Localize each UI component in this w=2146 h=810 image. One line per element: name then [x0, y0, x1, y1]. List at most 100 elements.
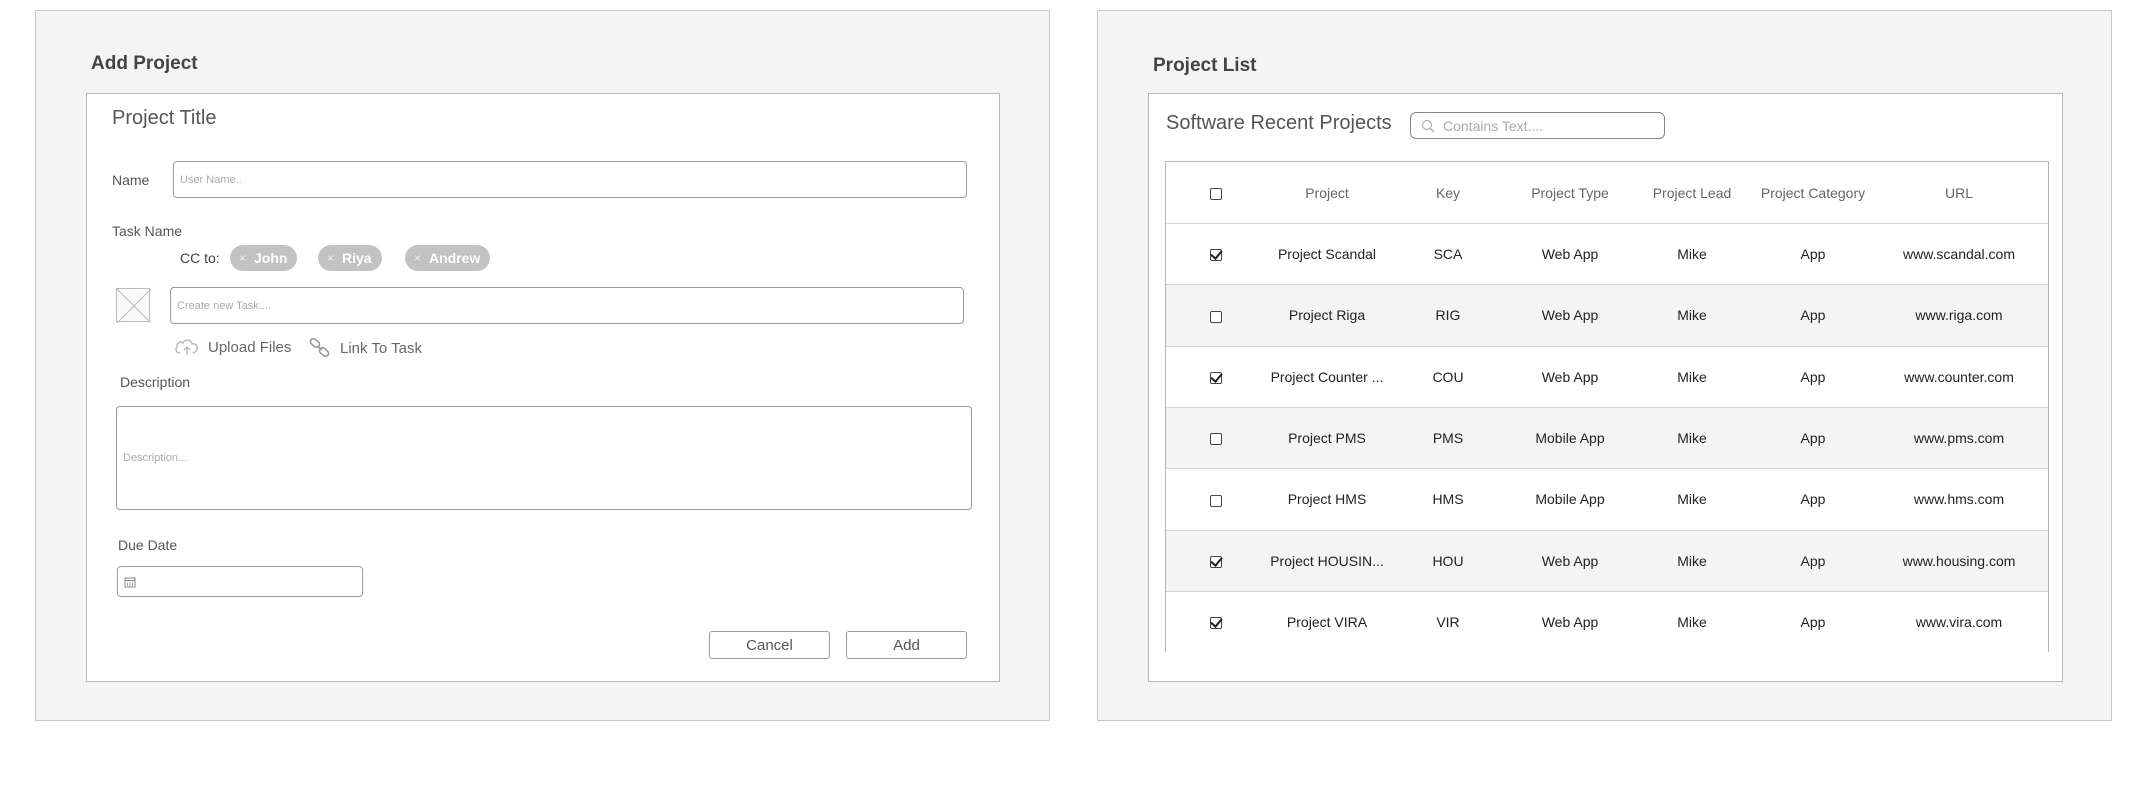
column-header-project[interactable]: Project — [1266, 185, 1388, 201]
project-lead: Mike — [1677, 246, 1707, 263]
row-checkbox[interactable] — [1210, 494, 1222, 507]
add-project-form: Project Title Name User Name.. Task Name… — [86, 93, 1000, 682]
row-checkbox[interactable] — [1210, 433, 1222, 446]
table-header-row: Project Key Project Type Project Lead Pr… — [1166, 162, 2048, 223]
table-row[interactable]: Project Counter ... COU Web App Mike App www.… — [1166, 345, 2048, 407]
due-date-input[interactable] — [117, 566, 363, 597]
row-select-cell — [1166, 491, 1266, 507]
link-to-task-label: Link To Task — [340, 339, 422, 357]
add-project-panel: Add Project Project Title Name User Name… — [35, 10, 1050, 721]
project-type: Web App — [1541, 307, 1599, 324]
table-row[interactable]: Project HOUSIN... HOU Web App Mike App www.ho… — [1166, 529, 2048, 591]
link-icon — [309, 337, 330, 358]
row-checkbox[interactable] — [1210, 372, 1222, 385]
new-task-input[interactable]: Create new Task.... — [170, 287, 964, 324]
project-key: PMS — [1432, 430, 1464, 447]
table-row[interactable]: Project Riga RIG Web App Mike App www.riga.co… — [1166, 284, 2048, 346]
project-lead: Mike — [1677, 613, 1707, 630]
row-checkbox[interactable] — [1210, 617, 1222, 630]
name-input-placeholder: User Name.. — [180, 173, 242, 186]
row-select-cell — [1166, 614, 1266, 630]
cc-chip-andrew[interactable]: × Andrew — [405, 245, 491, 271]
column-header-project-lead[interactable]: Project Lead — [1632, 185, 1752, 201]
table-row[interactable]: Project Scandal SCA Web App Mike App www.scan… — [1166, 223, 2048, 285]
project-key: COU — [1432, 368, 1464, 385]
task-name-label: Task Name — [112, 223, 183, 239]
table-row[interactable]: Project HMS HMS Mobile App Mike App www.hms.c… — [1166, 468, 2048, 530]
upload-files-label: Upload Files — [208, 338, 292, 356]
name-input[interactable]: User Name.. — [173, 161, 967, 198]
project-category: App — [1800, 430, 1826, 447]
search-icon — [1421, 119, 1435, 133]
project-key: RIG — [1435, 307, 1461, 324]
project-name: Project HOUSIN... — [1270, 552, 1384, 569]
project-category: App — [1800, 491, 1826, 508]
column-header-key[interactable]: Key — [1388, 185, 1508, 201]
select-all-checkbox[interactable] — [1210, 187, 1222, 200]
row-select-cell — [1166, 369, 1266, 385]
project-category: App — [1800, 246, 1826, 263]
project-name: Project Counter ... — [1270, 368, 1384, 385]
project-category: App — [1800, 368, 1826, 385]
image-placeholder-icon — [116, 288, 152, 324]
description-label: Description — [120, 374, 191, 390]
link-to-task-button[interactable]: Link To Task — [308, 337, 422, 359]
chip-label: Riya — [342, 250, 372, 266]
project-key: SCA — [1433, 246, 1463, 263]
project-url[interactable]: www.riga.com — [1874, 307, 2044, 323]
projects-table: Project Key Project Type Project Lead Pr… — [1165, 161, 2049, 653]
description-placeholder: Description... — [123, 452, 188, 464]
project-name: Project PMS — [1288, 430, 1366, 447]
chip-remove-icon[interactable]: × — [239, 251, 246, 265]
project-type: Web App — [1541, 368, 1599, 385]
project-lead: Mike — [1677, 491, 1707, 508]
project-list-card: Software Recent Projects Contains Text..… — [1148, 93, 2063, 682]
project-url[interactable]: www.counter.com — [1874, 369, 2044, 385]
cc-chip-riya[interactable]: × Riya — [318, 245, 382, 271]
chip-label: Andrew — [429, 250, 481, 266]
search-input[interactable]: Contains Text.... — [1410, 112, 1665, 139]
row-checkbox[interactable] — [1210, 310, 1222, 323]
row-checkbox[interactable] — [1210, 555, 1222, 568]
column-header-project-category[interactable]: Project Category — [1752, 185, 1874, 201]
description-textarea[interactable]: Description... — [116, 406, 972, 510]
chip-label: John — [254, 250, 288, 266]
project-type: Mobile App — [1535, 491, 1605, 508]
chip-remove-icon[interactable]: × — [327, 251, 334, 265]
project-key: HMS — [1432, 491, 1464, 508]
due-date-label: Due Date — [118, 537, 178, 553]
row-select-cell — [1166, 430, 1266, 446]
project-key: HOU — [1432, 552, 1464, 569]
calendar-icon — [124, 577, 136, 587]
cloud-upload-icon — [175, 339, 198, 355]
select-all-cell — [1166, 185, 1266, 201]
column-header-url[interactable]: URL — [1874, 185, 2044, 201]
row-checkbox[interactable] — [1210, 249, 1222, 262]
table-row[interactable]: Project VIRA VIR Web App Mike App www.vira.co… — [1166, 590, 2048, 653]
project-list-title: Project List — [1153, 55, 1257, 76]
table-row[interactable]: Project PMS PMS Mobile App Mike App www.pms.c… — [1166, 406, 2048, 469]
cancel-button[interactable]: Cancel — [709, 631, 830, 659]
project-url[interactable]: www.pms.com — [1874, 430, 2044, 446]
project-url[interactable]: www.scandal.com — [1874, 246, 2044, 262]
add-button[interactable]: Add — [846, 631, 967, 659]
project-lead: Mike — [1677, 307, 1707, 324]
name-label: Name — [112, 172, 150, 188]
project-list-panel: Project List Software Recent Projects Co… — [1097, 10, 2112, 721]
chip-remove-icon[interactable]: × — [414, 251, 421, 265]
project-url[interactable]: www.housing.com — [1874, 553, 2044, 569]
project-type: Web App — [1541, 246, 1599, 263]
upload-files-button[interactable]: Upload Files — [174, 337, 291, 357]
project-url[interactable]: www.hms.com — [1874, 491, 2044, 507]
project-url[interactable]: www.vira.com — [1874, 614, 2044, 630]
project-key: VIR — [1436, 613, 1460, 630]
project-category: App — [1800, 552, 1826, 569]
column-header-project-type[interactable]: Project Type — [1508, 185, 1632, 201]
project-category: App — [1800, 613, 1826, 630]
row-select-cell — [1166, 246, 1266, 262]
project-type: Web App — [1541, 613, 1599, 630]
row-select-cell — [1166, 307, 1266, 323]
search-placeholder: Contains Text.... — [1443, 117, 1544, 134]
cc-chip-john[interactable]: × John — [230, 245, 298, 271]
recent-projects-heading: Software Recent Projects — [1166, 112, 1392, 134]
